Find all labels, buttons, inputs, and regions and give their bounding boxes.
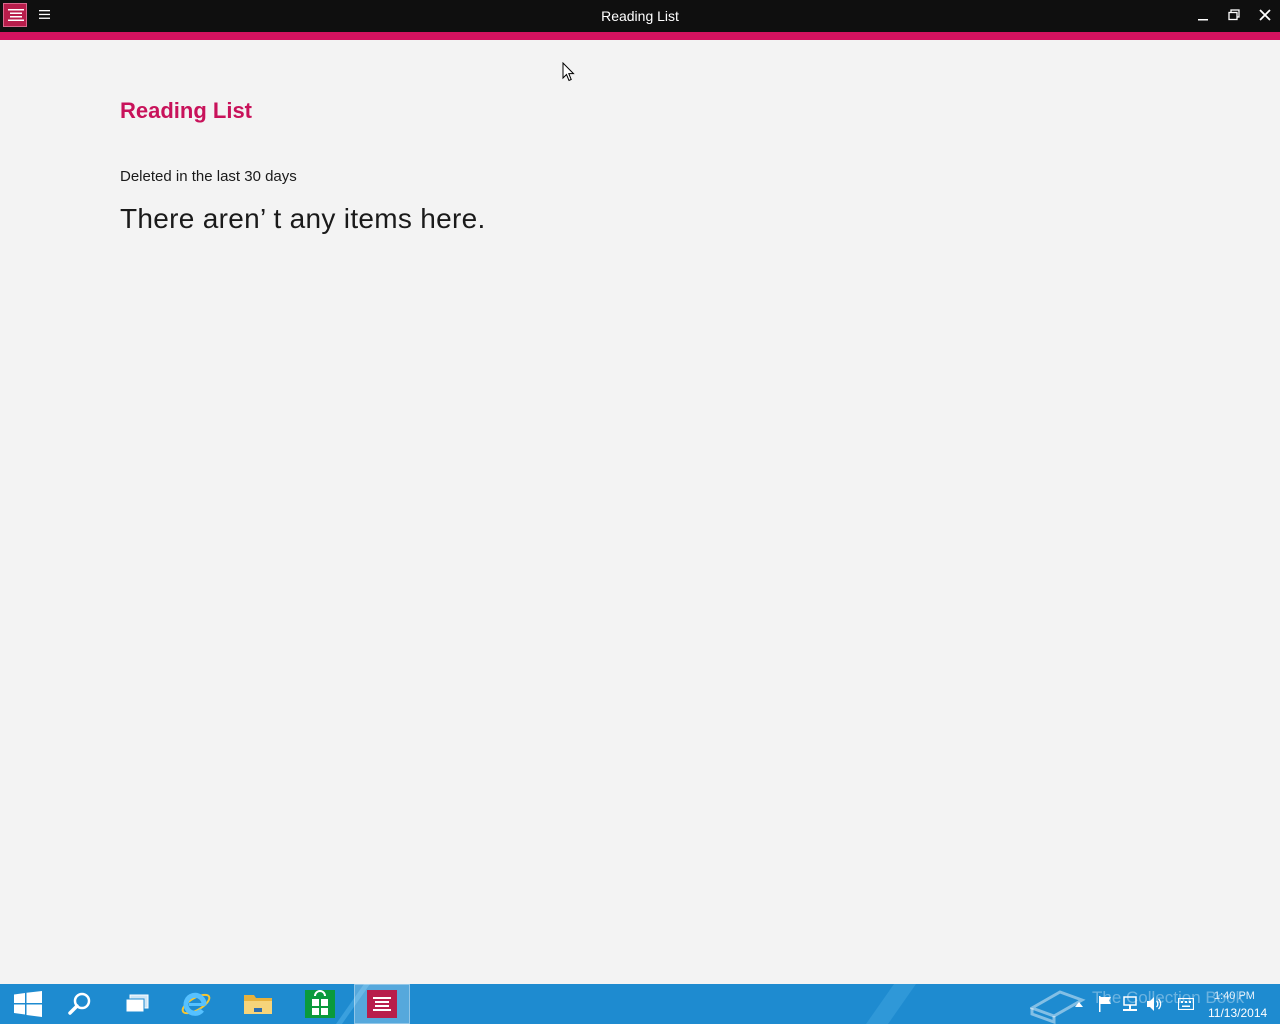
close-button[interactable]: [1250, 0, 1280, 31]
network-icon[interactable]: [1122, 996, 1138, 1012]
file-explorer-icon: [244, 995, 272, 1014]
minimize-button[interactable]: [1188, 0, 1218, 31]
page-title: Reading List: [120, 98, 253, 123]
restore-icon: [1228, 9, 1240, 21]
close-icon: [1259, 9, 1271, 21]
search-button[interactable]: [52, 984, 108, 1024]
title-bar: Reading List: [0, 0, 1280, 32]
store-button[interactable]: [292, 984, 348, 1024]
mouse-pointer-icon: [562, 62, 575, 82]
internet-explorer-button[interactable]: [168, 984, 224, 1024]
accent-strip: [0, 32, 1280, 40]
volume-icon[interactable]: [1146, 996, 1162, 1012]
reading-list-icon: [367, 990, 397, 1018]
taskbar-decoration: [865, 984, 917, 1024]
task-view-icon: [125, 994, 149, 1013]
clock-date[interactable]: 11/13/2014: [1208, 1006, 1267, 1020]
action-center-flag-icon[interactable]: [1098, 996, 1112, 1012]
task-view-button[interactable]: [109, 984, 165, 1024]
restore-button[interactable]: [1219, 0, 1249, 31]
search-icon: [68, 992, 91, 1015]
keyboard-icon[interactable]: [1178, 998, 1194, 1010]
main-content: Reading List Deleted in the last 30 days…: [0, 40, 1280, 984]
clock-time[interactable]: 1:40 PM: [1214, 990, 1255, 1002]
section-label: Deleted in the last 30 days: [120, 168, 297, 185]
taskbar: The Collection Book 1:40 PM 11/13/2014: [0, 984, 1280, 1024]
empty-state-message: There aren’ t any items here.: [120, 203, 486, 234]
start-button[interactable]: [0, 984, 56, 1024]
windows-start-icon: [14, 991, 42, 1017]
minimize-icon: [1198, 19, 1208, 21]
reading-list-taskbar-button[interactable]: [354, 984, 410, 1024]
internet-explorer-icon: [181, 992, 211, 1016]
file-explorer-button[interactable]: [230, 984, 286, 1024]
window-title: Reading List: [601, 8, 679, 24]
store-icon: [305, 990, 335, 1018]
show-hidden-icons-icon[interactable]: [1075, 1001, 1083, 1007]
